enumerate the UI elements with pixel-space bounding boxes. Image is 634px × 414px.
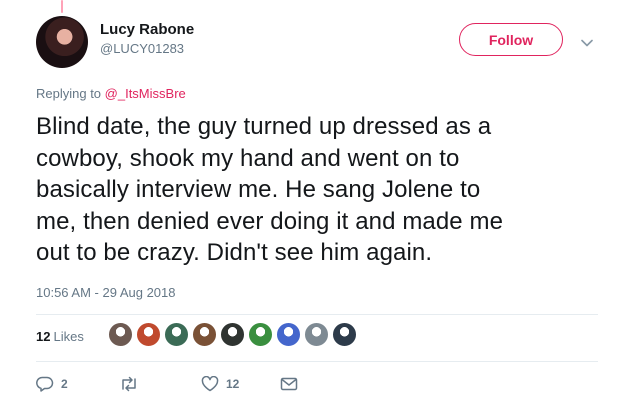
like-count: 12 [226, 377, 240, 391]
heart-icon [201, 376, 219, 392]
reply-icon [36, 376, 54, 392]
tweet-text-line: Blind date, the guy turned up dressed as… [36, 113, 492, 140]
liker-avatar[interactable] [332, 322, 357, 347]
tweet-text: Blind date, the guy turned up dressed as… [36, 111, 606, 269]
liker-avatar[interactable] [248, 322, 273, 347]
reply-count: 2 [61, 377, 68, 391]
likes-number: 12 [36, 329, 51, 344]
user-handle[interactable]: @LUCY01283 [100, 41, 184, 56]
avatar[interactable] [36, 16, 88, 68]
likes-label: Likes [53, 329, 84, 344]
retweet-icon [119, 376, 139, 392]
tweet-text-line: cowboy, shook my hand and went on to [36, 144, 460, 172]
liker-avatar[interactable] [304, 322, 329, 347]
liker-avatar[interactable] [276, 322, 301, 347]
divider [36, 361, 598, 362]
likes-count[interactable]: 12 Likes [36, 329, 84, 344]
retweet-button[interactable] [119, 376, 146, 392]
liker-avatar[interactable] [136, 322, 161, 347]
like-button[interactable]: 12 [201, 376, 239, 392]
tweet-text-line: basically interview me. He sang Jolene t… [36, 176, 481, 203]
replying-to: Replying to @_ItsMissBre [36, 86, 186, 101]
divider [36, 314, 598, 315]
follow-button[interactable]: Follow [459, 23, 563, 56]
chevron-down-icon[interactable] [581, 34, 593, 52]
tweet-text-line: out to be crazy. Didn't see him again. [36, 239, 433, 266]
tweet-timestamp[interactable]: 10:56 AM - 29 Aug 2018 [36, 285, 176, 300]
reply-prefix: Replying to [36, 86, 105, 101]
envelope-icon [280, 376, 298, 392]
liker-avatar[interactable] [164, 322, 189, 347]
liker-avatars [108, 322, 360, 347]
thread-connector-line [61, 0, 63, 13]
tweet-text-line: me, then denied ever doing it and made m… [36, 207, 504, 235]
liker-avatar[interactable] [192, 322, 217, 347]
tweet-actions: 2 12 [36, 376, 336, 396]
display-name[interactable]: Lucy Rabone [100, 21, 194, 38]
reply-button[interactable]: 2 [36, 376, 68, 392]
direct-message-button[interactable] [280, 376, 298, 392]
reply-mention-link[interactable]: @_ItsMissBre [105, 86, 186, 101]
liker-avatar[interactable] [220, 322, 245, 347]
liker-avatar[interactable] [108, 322, 133, 347]
